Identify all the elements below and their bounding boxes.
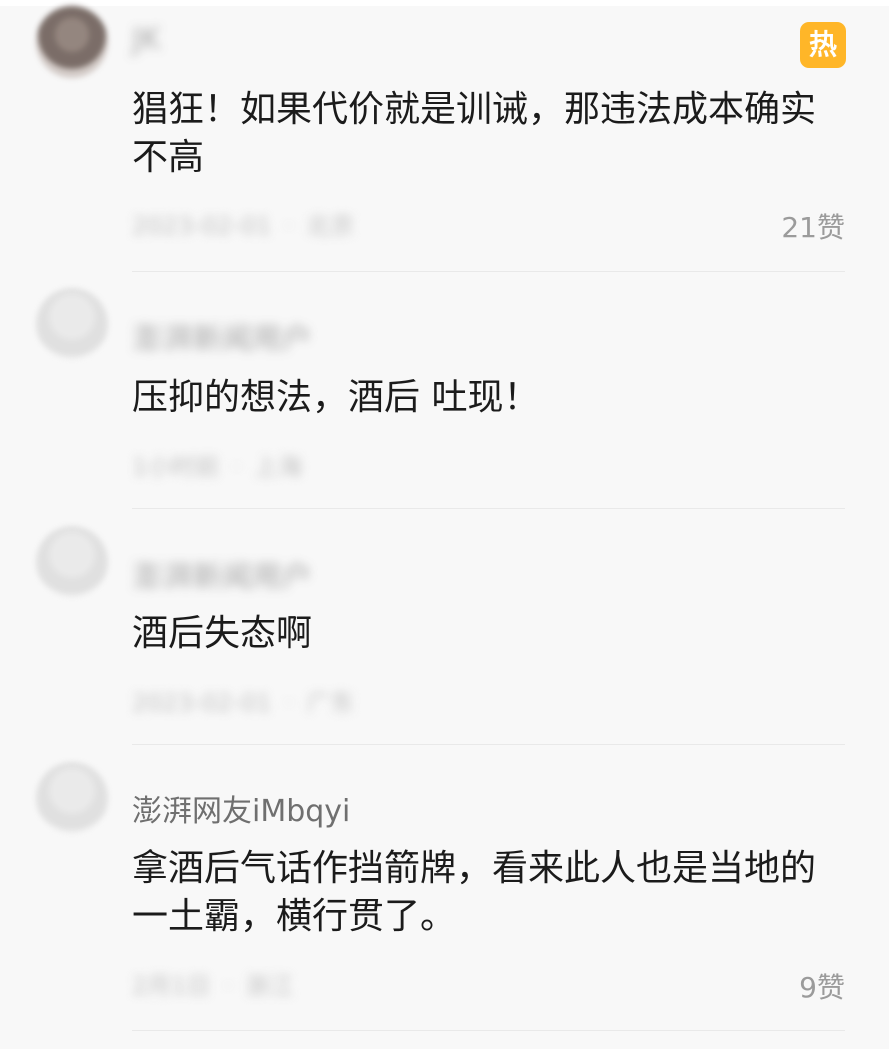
comment-location: 广东: [306, 689, 355, 717]
meta-separator-icon: ·: [285, 689, 293, 717]
divider: [132, 508, 845, 509]
hot-badge: 热: [800, 22, 846, 68]
like-count[interactable]: 9赞: [799, 966, 845, 1006]
author-name[interactable]: JK: [132, 22, 161, 57]
comment-meta: 2023-02-01 · 北京: [132, 206, 354, 241]
meta-separator-icon: ·: [232, 453, 241, 481]
comment-location: 浙江: [245, 972, 294, 1000]
comment-date: 2月1日: [132, 972, 211, 1000]
comment-meta: 2023-02-01 · 广东: [132, 683, 354, 718]
comment-date: 2023-02-01: [132, 689, 272, 717]
comment-meta: 2月1日 · 浙江: [132, 966, 293, 1001]
comment-location: 上海: [254, 453, 303, 481]
divider: [132, 744, 845, 745]
comment-text: 酒后失态啊: [132, 613, 313, 654]
comment-meta: 1小时前 · 上海: [132, 447, 302, 482]
top-band: [0, 0, 889, 6]
author-name[interactable]: 澎湃网友iMbqyi: [132, 786, 350, 830]
divider: [132, 1030, 845, 1031]
author-name[interactable]: 澎湃新闻用户: [132, 314, 312, 358]
comment-text: 猖狂！如果代价就是训诫，那违法成本确实不高: [132, 89, 817, 178]
divider: [132, 271, 845, 272]
meta-separator-icon: ·: [285, 212, 293, 240]
avatar[interactable]: [36, 762, 108, 834]
comment-date: 1小时前: [132, 453, 220, 481]
avatar[interactable]: [36, 526, 108, 598]
like-count[interactable]: 21赞: [781, 206, 845, 246]
meta-separator-icon: ·: [224, 972, 232, 1000]
avatar[interactable]: [36, 6, 108, 78]
comment-text: 压抑的想法，酒后 吐现！: [132, 377, 540, 418]
author-name[interactable]: 澎湃新闻用户: [132, 552, 312, 596]
comment-text: 拿酒后气话作挡箭牌，看来此人也是当地的一土霸，横行贯了。: [132, 848, 817, 937]
comment-date: 2023-02-01: [132, 212, 272, 240]
avatar[interactable]: [36, 288, 108, 360]
comment-location: 北京: [306, 212, 355, 240]
